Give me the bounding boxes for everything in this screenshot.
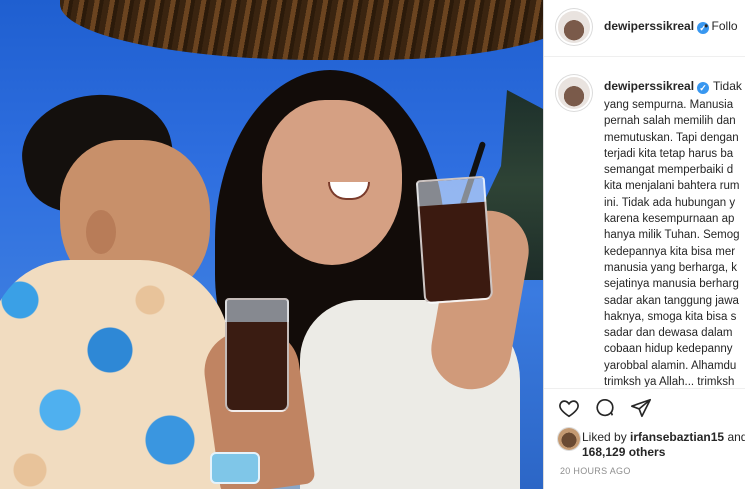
caption-line: yarobbal alamin. Alhamdu [604, 359, 737, 372]
caption-line: manusia yang berharga, k [604, 261, 737, 274]
header-username[interactable]: dewiperssikreal [604, 19, 694, 33]
caption-line: memutuskan. Tapi dengan [604, 131, 739, 144]
liked-prefix: Liked by [582, 430, 627, 444]
caption-line: kita menjalani bahtera rum [604, 180, 740, 193]
caption-verified-icon: ✓ [697, 82, 710, 94]
caption-line: yang sempurna. Manusia [604, 99, 734, 111]
caption-line: pernah salah memilih dan [604, 115, 736, 128]
caption-line: terjadi kita tetap harus ba [604, 147, 734, 160]
thatched-roof [60, 0, 543, 60]
caption-line: semangat memperbaiki d [604, 164, 734, 177]
wrist-watch [210, 452, 260, 484]
caption-line: trimksh ya Allah... trimksh [604, 376, 735, 387]
caption-line: haknya, smoga kita bisa s [604, 310, 737, 323]
caption-line: ini. Tidak ada hubungan y [604, 196, 736, 209]
follow-area: • Follo [704, 19, 738, 33]
post-timestamp[interactable]: 20 HOURS AGO [560, 466, 631, 476]
caption-username[interactable]: dewiperssikreal [604, 79, 694, 93]
man-ear [86, 210, 116, 254]
caption-line: sadar dan dewasa dalam [604, 327, 733, 340]
post-photo[interactable] [0, 0, 543, 489]
post-header: dewiperssikreal ✓ • Follo [544, 0, 745, 57]
likes-count[interactable]: 168,129 others [582, 445, 665, 459]
liked-user-link[interactable]: irfansebaztian15 [630, 430, 724, 444]
liked-by-text: Liked by irfansebaztian15 and [582, 430, 745, 444]
profile-avatar[interactable] [558, 11, 590, 43]
follow-button[interactable]: Follo [712, 19, 738, 33]
woman-drink-glass [415, 175, 494, 305]
caption-line: karena kesempurnaan ap [604, 213, 735, 226]
caption-line: sejatinya manusia berharg [604, 278, 739, 291]
caption-line: cobaan hidup kedepanny [604, 343, 733, 356]
caption-line: sadar akan tanggung jawa [604, 294, 739, 307]
man-drink-glass [225, 298, 289, 412]
caption-text: yang sempurna. Manusia pernah salah memil… [604, 97, 745, 387]
caption-area: dewiperssikreal✓ Tidak a yang sempurna. … [544, 57, 745, 387]
post-side-panel: dewiperssikreal ✓ • Follo dewiperssikreal… [543, 0, 745, 489]
man-floral-shirt [0, 260, 230, 489]
post-actions: Liked by irfansebaztian15 and 168,129 ot… [544, 388, 745, 489]
share-icon[interactable] [630, 397, 652, 419]
liker-avatar[interactable] [558, 428, 580, 450]
caption-line: kedepannya kita bisa mer [604, 245, 736, 258]
caption-username-row: dewiperssikreal ✓ [604, 79, 710, 94]
caption-first-fragment: Tidak a [713, 79, 745, 93]
comment-icon[interactable] [594, 397, 616, 419]
header-username-row: dewiperssikreal ✓ [604, 19, 710, 34]
separator-dot: • [704, 19, 709, 33]
heart-icon[interactable] [558, 397, 580, 419]
caption-avatar[interactable] [558, 77, 590, 109]
caption-line: hanya milik Tuhan. Semog [604, 229, 740, 242]
liked-suffix: and [727, 430, 745, 444]
